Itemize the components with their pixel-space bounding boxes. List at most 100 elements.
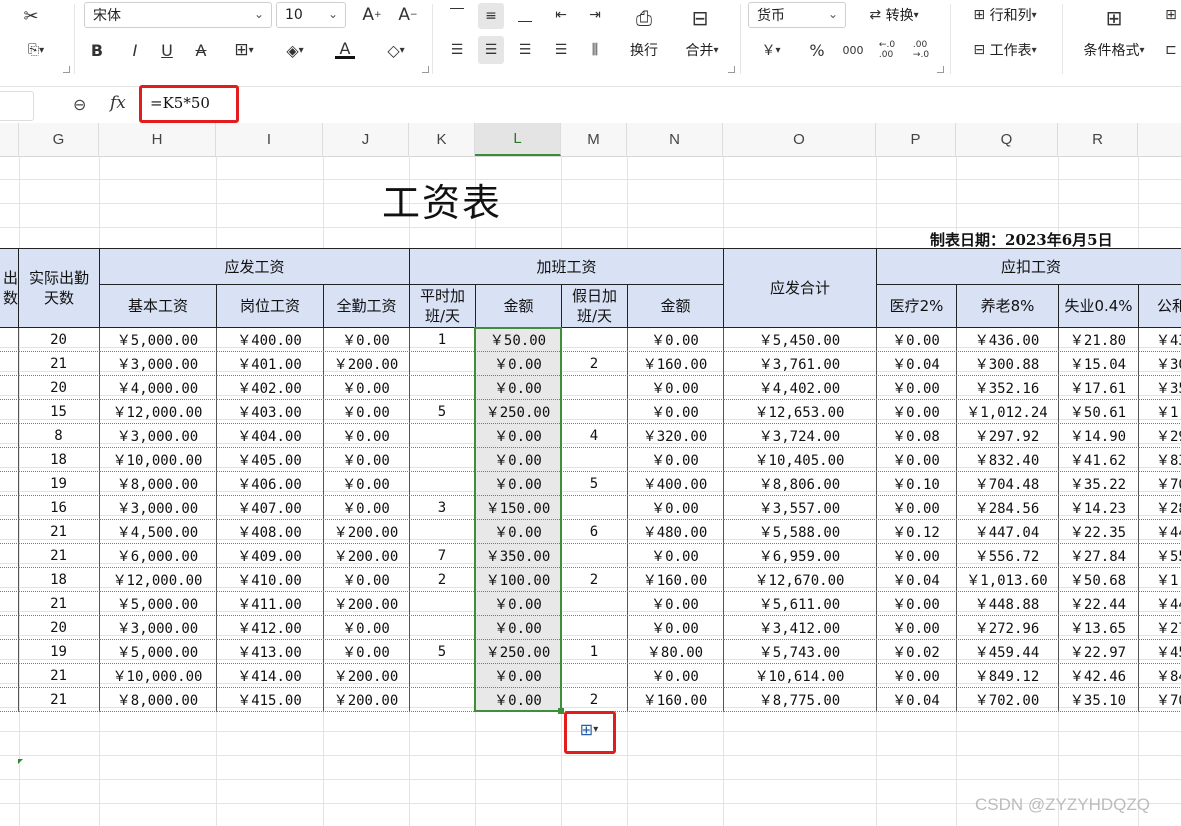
decrease-indent-icon[interactable]: ⇤ [550,4,572,26]
cell-medical[interactable]: ￥0.04 [876,352,957,376]
cell-partial[interactable] [0,544,19,568]
cell-post[interactable]: ￥408.00 [216,520,324,544]
cell-medical[interactable]: ￥0.04 [876,568,957,592]
cell-ot-amount[interactable]: ￥0.00 [475,520,562,544]
cell-fund[interactable]: ￥44 [1138,592,1181,616]
cell-days[interactable]: 16 [18,496,100,520]
cell-partial[interactable] [0,328,19,352]
cell-days[interactable]: 20 [18,616,100,640]
cell-attendance[interactable]: ￥0.00 [323,568,410,592]
cell-hol-amount[interactable]: ￥0.00 [627,592,724,616]
distribute-icon[interactable]: ⫼ [584,38,606,62]
cell-medical[interactable]: ￥0.00 [876,328,957,352]
currency-icon[interactable]: ￥ ▾ [754,38,788,62]
merge-button[interactable]: 合并 ▾ [676,40,728,60]
cell-unemployment[interactable]: ￥15.04 [1058,352,1139,376]
cell-attendance[interactable]: ￥0.00 [323,640,410,664]
cell-post[interactable]: ￥406.00 [216,472,324,496]
justify-icon[interactable]: ☰ [550,38,572,62]
cell-base[interactable]: ￥12,000.00 [99,400,217,424]
cell-attendance[interactable]: ￥0.00 [323,376,410,400]
cell-medical[interactable]: ￥0.02 [876,640,957,664]
cell-partial[interactable] [0,688,19,712]
conditional-format-icon[interactable]: ⊞ [1098,4,1130,32]
cell-unemployment[interactable]: ￥22.97 [1058,640,1139,664]
cell-fund[interactable]: ￥43 [1138,328,1181,352]
cell-hol-days[interactable] [561,544,628,568]
name-box[interactable] [0,91,34,121]
cell-total[interactable]: ￥5,588.00 [723,520,877,544]
cell-unemployment[interactable]: ￥22.35 [1058,520,1139,544]
cell-attendance[interactable]: ￥0.00 [323,448,410,472]
cell-days[interactable]: 19 [18,640,100,664]
cell-days[interactable]: 21 [18,688,100,712]
more-icon-2[interactable]: ⊏ [1162,38,1180,62]
cell-attendance[interactable]: ￥200.00 [323,520,410,544]
cell-pension[interactable]: ￥436.00 [956,328,1059,352]
cell-pension[interactable]: ￥459.44 [956,640,1059,664]
wrap-text-icon[interactable]: ⎙ [628,4,660,32]
header-fund-partial[interactable]: 公和 [1138,284,1181,328]
cell-partial[interactable] [0,424,19,448]
cell-days[interactable]: 18 [18,568,100,592]
cell-unemployment[interactable]: ￥42.46 [1058,664,1139,688]
cell-days[interactable]: 20 [18,328,100,352]
cell-attendance[interactable]: ￥200.00 [323,688,410,712]
cell-partial[interactable] [0,376,19,400]
cell-attendance[interactable]: ￥0.00 [323,424,410,448]
cell-hol-days[interactable] [561,400,628,424]
cell-pension[interactable]: ￥272.96 [956,616,1059,640]
cell-pension[interactable]: ￥447.04 [956,520,1059,544]
col-header-i[interactable]: I [216,123,323,156]
cell-base[interactable]: ￥3,000.00 [99,424,217,448]
cell-hol-amount[interactable]: ￥400.00 [627,472,724,496]
col-header-p[interactable]: P [876,123,956,156]
cell-total[interactable]: ￥3,724.00 [723,424,877,448]
cell-post[interactable]: ￥405.00 [216,448,324,472]
cell-medical[interactable]: ￥0.00 [876,592,957,616]
cell-hol-amount[interactable]: ￥160.00 [627,568,724,592]
cell-partial[interactable] [0,400,19,424]
cell-post[interactable]: ￥407.00 [216,496,324,520]
cell-attendance[interactable]: ￥0.00 [323,400,410,424]
cell-hol-days[interactable] [561,496,628,520]
cell-total[interactable]: ￥3,761.00 [723,352,877,376]
cell-days[interactable]: 21 [18,664,100,688]
cell-ot-days[interactable]: 1 [409,328,476,352]
cell-hol-days[interactable] [561,376,628,400]
cell-fund[interactable]: ￥27 [1138,616,1181,640]
cell-hol-days[interactable] [561,664,628,688]
header-deduction[interactable]: 应扣工资 [876,248,1181,285]
more-icon[interactable]: ⊞ [1162,4,1180,26]
bold-icon[interactable]: B [86,38,108,62]
cell-post[interactable]: ￥414.00 [216,664,324,688]
cell-ot-amount[interactable]: ￥0.00 [475,592,562,616]
col-header-j[interactable]: J [323,123,409,156]
italic-icon[interactable]: I [124,38,146,62]
cell-unemployment[interactable]: ￥35.22 [1058,472,1139,496]
cell-base[interactable]: ￥5,000.00 [99,592,217,616]
header-ot-days[interactable]: 平时加 班/天 [409,284,476,328]
cell-pension[interactable]: ￥448.88 [956,592,1059,616]
number-format-select[interactable]: 货币 ⌄ [748,2,846,28]
cell-unemployment[interactable]: ￥50.68 [1058,568,1139,592]
cell-hol-days[interactable]: 2 [561,352,628,376]
cell-ot-days[interactable] [409,616,476,640]
align-top-icon[interactable]: ⎺ [446,4,468,26]
cell-hol-amount[interactable]: ￥160.00 [627,352,724,376]
cell-medical[interactable]: ￥0.04 [876,688,957,712]
cell-ot-amount[interactable]: ￥0.00 [475,376,562,400]
cell-total[interactable]: ￥5,450.00 [723,328,877,352]
font-name-select[interactable]: 宋体 ⌄ [84,2,272,28]
col-header-q[interactable]: Q [956,123,1058,156]
cell-hol-amount[interactable]: ￥0.00 [627,544,724,568]
header-unemployment[interactable]: 失业0.4% [1058,284,1139,328]
col-header-k[interactable]: K [409,123,475,156]
cell-unemployment[interactable]: ￥50.61 [1058,400,1139,424]
header-base[interactable]: 基本工资 [99,284,217,328]
cell-fund[interactable]: ￥55 [1138,544,1181,568]
cell-hol-days[interactable]: 1 [561,640,628,664]
cell-hol-amount[interactable]: ￥0.00 [627,616,724,640]
cell-medical[interactable]: ￥0.12 [876,520,957,544]
cell-attendance[interactable]: ￥0.00 [323,472,410,496]
